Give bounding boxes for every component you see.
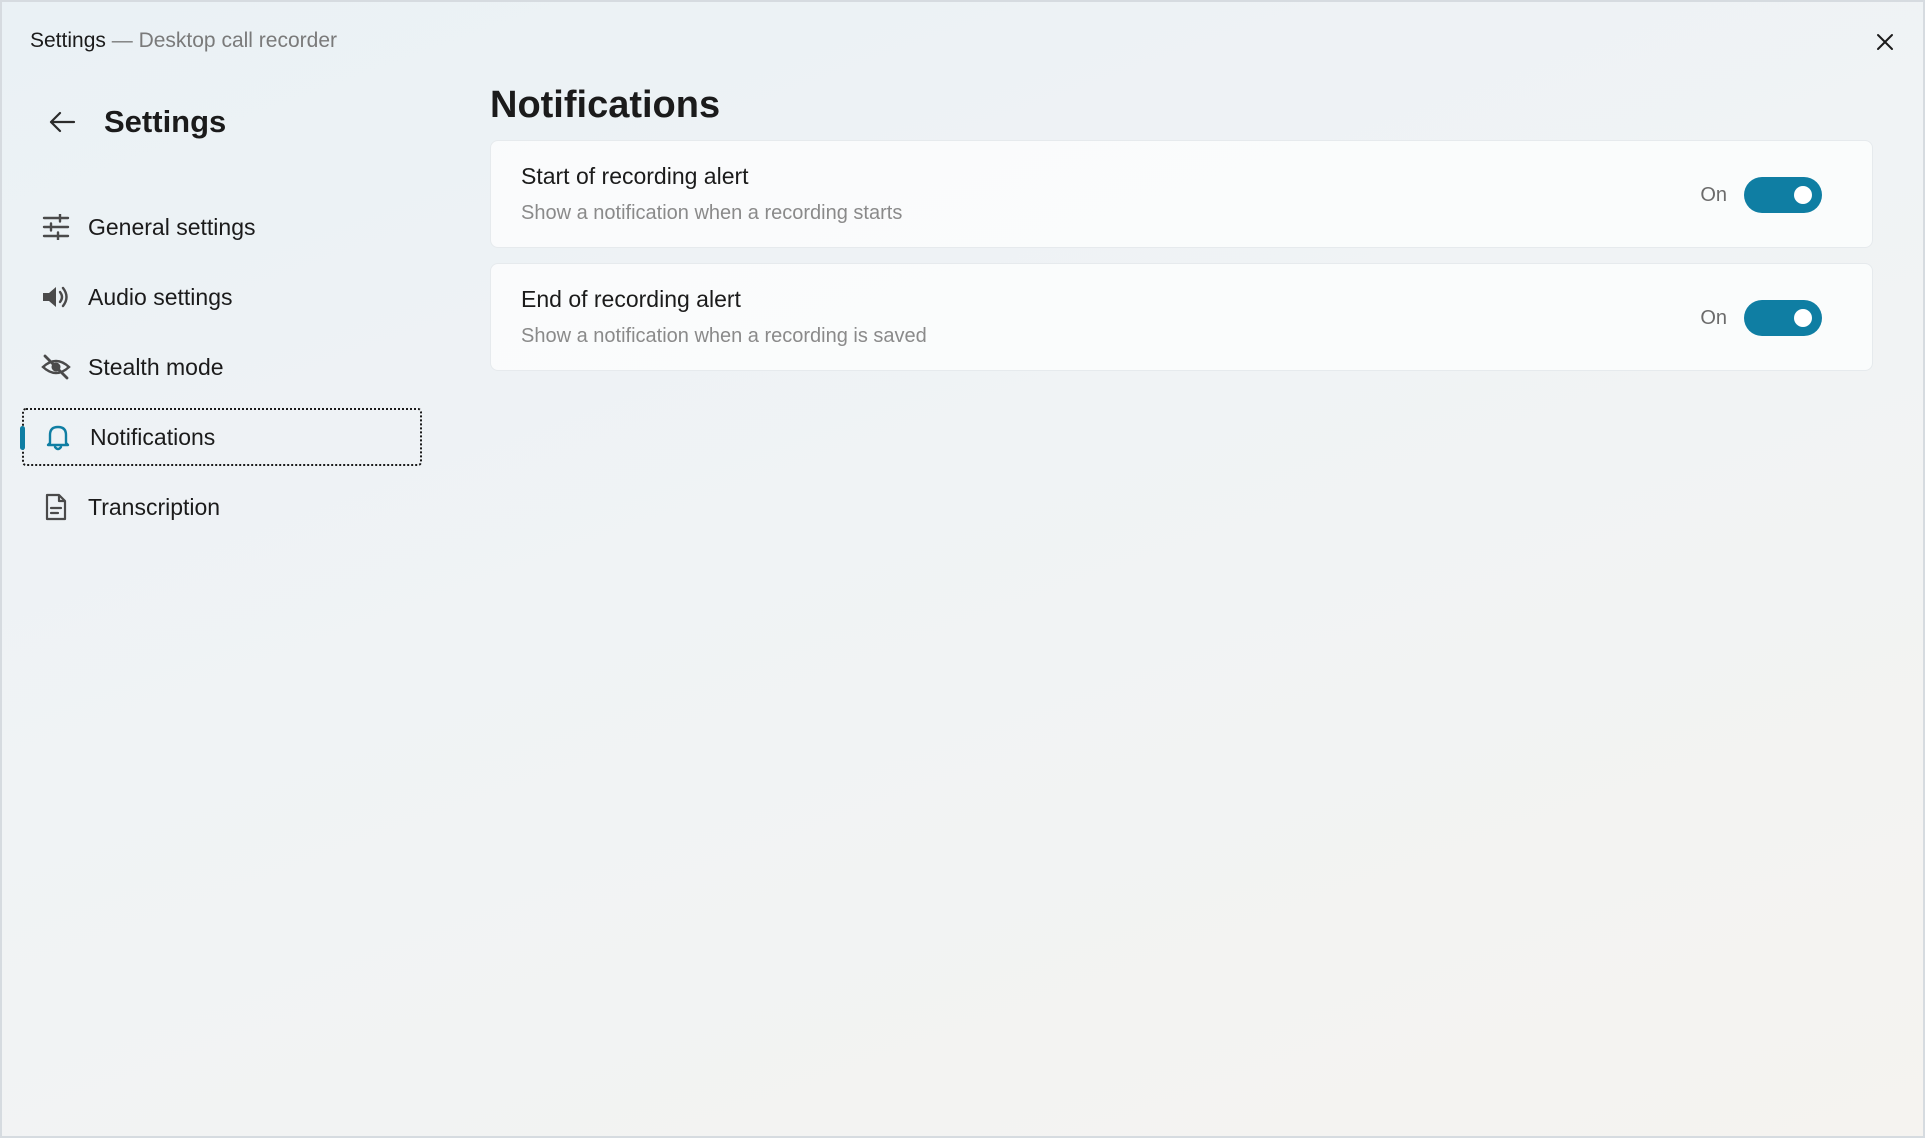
setting-title: End of recording alert [521, 286, 741, 312]
sidebar-title: Settings [104, 104, 227, 139]
sidebar-item-transcription[interactable]: Transcription [22, 478, 422, 536]
sidebar-item-label: General settings [88, 213, 256, 240]
bell-icon [42, 421, 74, 453]
setting-description: Show a notification when a recording is … [521, 325, 927, 347]
sidebar-item-label: Audio settings [88, 283, 233, 310]
setting-text: End of recording alert Show a notificati… [521, 286, 927, 348]
toggle-state-label: On [1700, 184, 1727, 206]
sidebar: Settings General settings Audio settings… [2, 80, 442, 1136]
window-title: Settings — Desktop call recorder [30, 29, 337, 53]
end-alert-toggle[interactable] [1744, 300, 1822, 336]
speaker-icon [40, 281, 72, 313]
setting-description: Show a notification when a recording sta… [521, 202, 903, 224]
sidebar-item-general-settings[interactable]: General settings [22, 198, 422, 256]
sidebar-item-label: Transcription [88, 493, 221, 520]
window-title-app: Settings [30, 29, 106, 52]
eye-off-icon [40, 351, 72, 383]
toggle-state-label: On [1700, 307, 1727, 329]
page-title: Notifications [490, 84, 721, 126]
toggle-knob [1794, 309, 1812, 327]
start-alert-toggle[interactable] [1744, 177, 1822, 213]
sliders-icon [40, 211, 72, 243]
sidebar-item-stealth-mode[interactable]: Stealth mode [22, 338, 422, 396]
sidebar-item-notifications[interactable]: Notifications [20, 408, 422, 466]
window-title-subtitle: Desktop call recorder [138, 29, 337, 52]
settings-list: Start of recording alert Show a notifica… [490, 140, 1873, 386]
setting-end-of-recording-alert: End of recording alert Show a notificati… [490, 263, 1873, 371]
selected-indicator [20, 426, 25, 450]
arrow-left-icon [49, 111, 76, 133]
title-bar: Settings — Desktop call recorder [2, 2, 1923, 80]
toggle-knob [1794, 186, 1812, 204]
sidebar-nav: General settings Audio settings Stealth … [20, 198, 422, 548]
window-title-separator: — [111, 29, 133, 52]
setting-title: Start of recording alert [521, 163, 749, 189]
sidebar-header: Settings [40, 92, 226, 152]
setting-start-of-recording-alert: Start of recording alert Show a notifica… [490, 140, 1873, 248]
document-icon [40, 491, 72, 523]
sidebar-item-label: Notifications [90, 423, 216, 450]
sidebar-item-audio-settings[interactable]: Audio settings [22, 268, 422, 326]
setting-text: Start of recording alert Show a notifica… [521, 163, 902, 225]
settings-window: Settings — Desktop call recorder Setting… [0, 0, 1925, 1138]
close-button[interactable] [1867, 24, 1903, 60]
sidebar-item-label: Stealth mode [88, 353, 224, 380]
close-icon [1877, 34, 1893, 50]
back-button[interactable] [40, 100, 84, 144]
